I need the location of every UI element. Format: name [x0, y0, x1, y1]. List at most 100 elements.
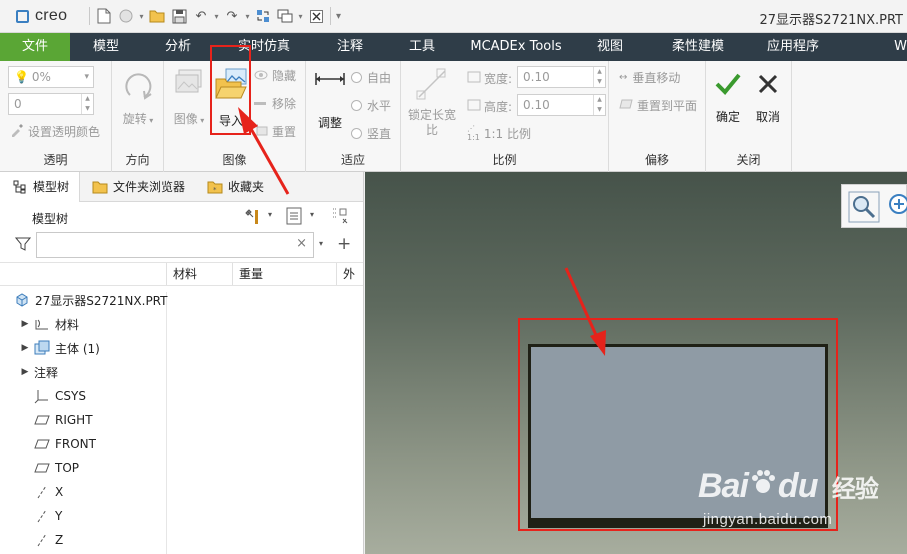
tab-model-tree[interactable]: 模型树	[0, 172, 81, 202]
spinner-icon[interactable]: ▲ ▼	[81, 94, 93, 114]
column-weight[interactable]: 重量	[232, 263, 336, 285]
save-icon[interactable]	[168, 5, 190, 27]
tab-favorites[interactable]: * 收藏夹	[195, 172, 274, 202]
expand-icon[interactable]: ▶	[20, 367, 30, 377]
tab-overflow[interactable]: W	[836, 33, 907, 61]
tree-node-front[interactable]: FRONT	[34, 432, 96, 456]
redo-icon[interactable]: ↷	[221, 5, 243, 27]
tree-node-csys[interactable]: CSYS	[34, 384, 86, 408]
tab-file[interactable]: 文件	[0, 33, 70, 61]
model-tree-search-input[interactable]: ×	[36, 232, 314, 258]
undo-dropdown-icon[interactable]: ▾	[212, 12, 221, 21]
filter-icon[interactable]	[14, 237, 32, 254]
tree-node-right[interactable]: RIGHT	[34, 408, 93, 432]
spinner-icon[interactable]: ▲ ▼	[593, 95, 605, 115]
column-material[interactable]: 材料	[166, 263, 232, 285]
undo-icon[interactable]: ↶	[190, 5, 212, 27]
plane-reset-icon	[619, 98, 633, 113]
hide-button[interactable]: 隐藏	[254, 67, 296, 84]
body-icon	[34, 340, 50, 356]
vertical-move-button[interactable]: ↔ 垂直移动	[619, 69, 680, 86]
tab-view[interactable]: 视图	[574, 33, 646, 61]
tab-applications[interactable]: 应用程序	[750, 33, 836, 61]
set-transparency-color-button[interactable]: 设置透明颜色	[10, 123, 100, 140]
folder-open-icon[interactable]	[146, 5, 168, 27]
group-offset: ↔ 垂直移动 重置到平面 偏移	[609, 61, 706, 172]
reset-button[interactable]: 重置	[254, 123, 296, 140]
ok-button[interactable]: 确定	[710, 71, 746, 125]
graphics-window[interactable]: Bai du 经验 jingyan.baidu.com	[365, 172, 907, 554]
set-transparency-color-label: 设置透明颜色	[28, 125, 101, 139]
chevron-down-icon[interactable]: ▾	[319, 239, 323, 248]
open-dropdown-icon[interactable]: ▾	[137, 12, 146, 21]
tree-node-label: FRONT	[55, 437, 96, 451]
new-file-icon[interactable]	[93, 5, 115, 27]
open-icon[interactable]	[115, 5, 137, 27]
tree-filters-icon[interactable]	[332, 207, 352, 228]
tab-analysis[interactable]: 分析	[142, 33, 214, 61]
redo-dropdown-icon[interactable]: ▾	[243, 12, 252, 21]
tree-node-axis-y[interactable]: Y	[34, 504, 62, 528]
regenerate-icon[interactable]	[252, 5, 274, 27]
cancel-label: 取消	[755, 110, 780, 124]
svg-text:*: *	[213, 186, 217, 194]
transparency-dropdown[interactable]: 💡 0% ▾	[8, 66, 94, 88]
tree-node-material[interactable]: ▶ 材料	[20, 312, 79, 336]
tree-node-annotation[interactable]: ▶ 注释	[20, 360, 58, 384]
tree-node-axis-x[interactable]: X	[34, 480, 63, 504]
expand-icon[interactable]: ▶	[20, 343, 30, 353]
customize-toolbar-icon[interactable]: ▾	[334, 11, 343, 22]
radio-icon	[351, 128, 362, 139]
lock-ratio-icon	[403, 67, 461, 104]
reset-to-plane-button[interactable]: 重置到平面	[619, 97, 697, 114]
rotate-button[interactable]: 旋转 ▾	[118, 67, 158, 127]
tree-node-label: Y	[55, 509, 63, 523]
tree-node-axis-z[interactable]: Z	[34, 528, 63, 552]
tree-node-top[interactable]: TOP	[34, 456, 79, 480]
chevron-down-icon[interactable]: ▾	[268, 210, 272, 219]
group-label-offset: 偏移	[644, 153, 669, 167]
tab-tools[interactable]: 工具	[386, 33, 458, 61]
group-scale: 锁定长宽比 宽度: 0.10 ▲ ▼ 高度: 0.10 ▲ ▼ ⋰ 1:1 1:1 比…	[401, 61, 609, 172]
windows-icon[interactable]	[274, 5, 296, 27]
cancel-button[interactable]: 取消	[750, 71, 786, 125]
width-input[interactable]: 0.10 ▲ ▼	[517, 66, 606, 88]
column-appearance[interactable]: 外	[336, 263, 363, 285]
radio-vertical-label: 竖直	[367, 127, 392, 141]
add-column-icon[interactable]: +	[337, 234, 351, 254]
tab-mcadex-tools[interactable]: MCADEx Tools	[458, 33, 574, 61]
settings-tools-icon[interactable]	[244, 208, 262, 229]
tree-node-body[interactable]: ▶ 主体 (1)	[20, 336, 100, 360]
transparency-field[interactable]: 0 ▲ ▼	[8, 93, 94, 115]
tree-node-label: 材料	[55, 317, 80, 332]
zoom-in-icon[interactable]	[888, 193, 907, 218]
image-button[interactable]: 图像 ▾	[168, 67, 210, 127]
one-to-one-button[interactable]: ⋰ 1:1 1:1 比例	[467, 124, 531, 142]
expand-icon[interactable]: ▶	[20, 319, 30, 329]
clear-icon[interactable]: ×	[296, 236, 307, 251]
adjust-button[interactable]: 调整	[310, 67, 350, 131]
group-label-orientation: 方向	[125, 153, 150, 167]
model-tree-header: 模型树 ▾ ▾	[0, 202, 363, 230]
zoom-window-icon[interactable]	[848, 191, 880, 226]
tab-model[interactable]: 模型	[70, 33, 142, 61]
radio-free[interactable]: 自由	[351, 69, 391, 86]
remove-button[interactable]: 移除	[254, 95, 296, 112]
tab-flexible-modeling[interactable]: 柔性建模	[646, 33, 750, 61]
remove-icon	[254, 102, 266, 105]
tree-node-part[interactable]: 27显示器S2721NX.PRT	[14, 288, 167, 312]
spinner-icon[interactable]: ▲ ▼	[593, 67, 605, 87]
tab-favorites-label: 收藏夹	[228, 180, 265, 194]
lock-aspect-ratio-button[interactable]: 锁定长宽比	[403, 67, 461, 138]
radio-horizontal[interactable]: 水平	[351, 97, 391, 114]
chevron-down-icon[interactable]: ▾	[310, 210, 314, 219]
radio-vertical[interactable]: 竖直	[351, 125, 391, 142]
close-window-icon[interactable]	[305, 5, 327, 27]
tab-annotate[interactable]: 注释	[314, 33, 386, 61]
show-list-icon[interactable]	[286, 207, 302, 228]
height-input[interactable]: 0.10 ▲ ▼	[517, 94, 606, 116]
tab-folder-browser[interactable]: 文件夹浏览器	[80, 172, 195, 202]
image-stack-icon	[168, 67, 210, 102]
windows-dropdown-icon[interactable]: ▾	[296, 12, 305, 21]
group-close: 确定 取消 关闭	[706, 61, 792, 172]
